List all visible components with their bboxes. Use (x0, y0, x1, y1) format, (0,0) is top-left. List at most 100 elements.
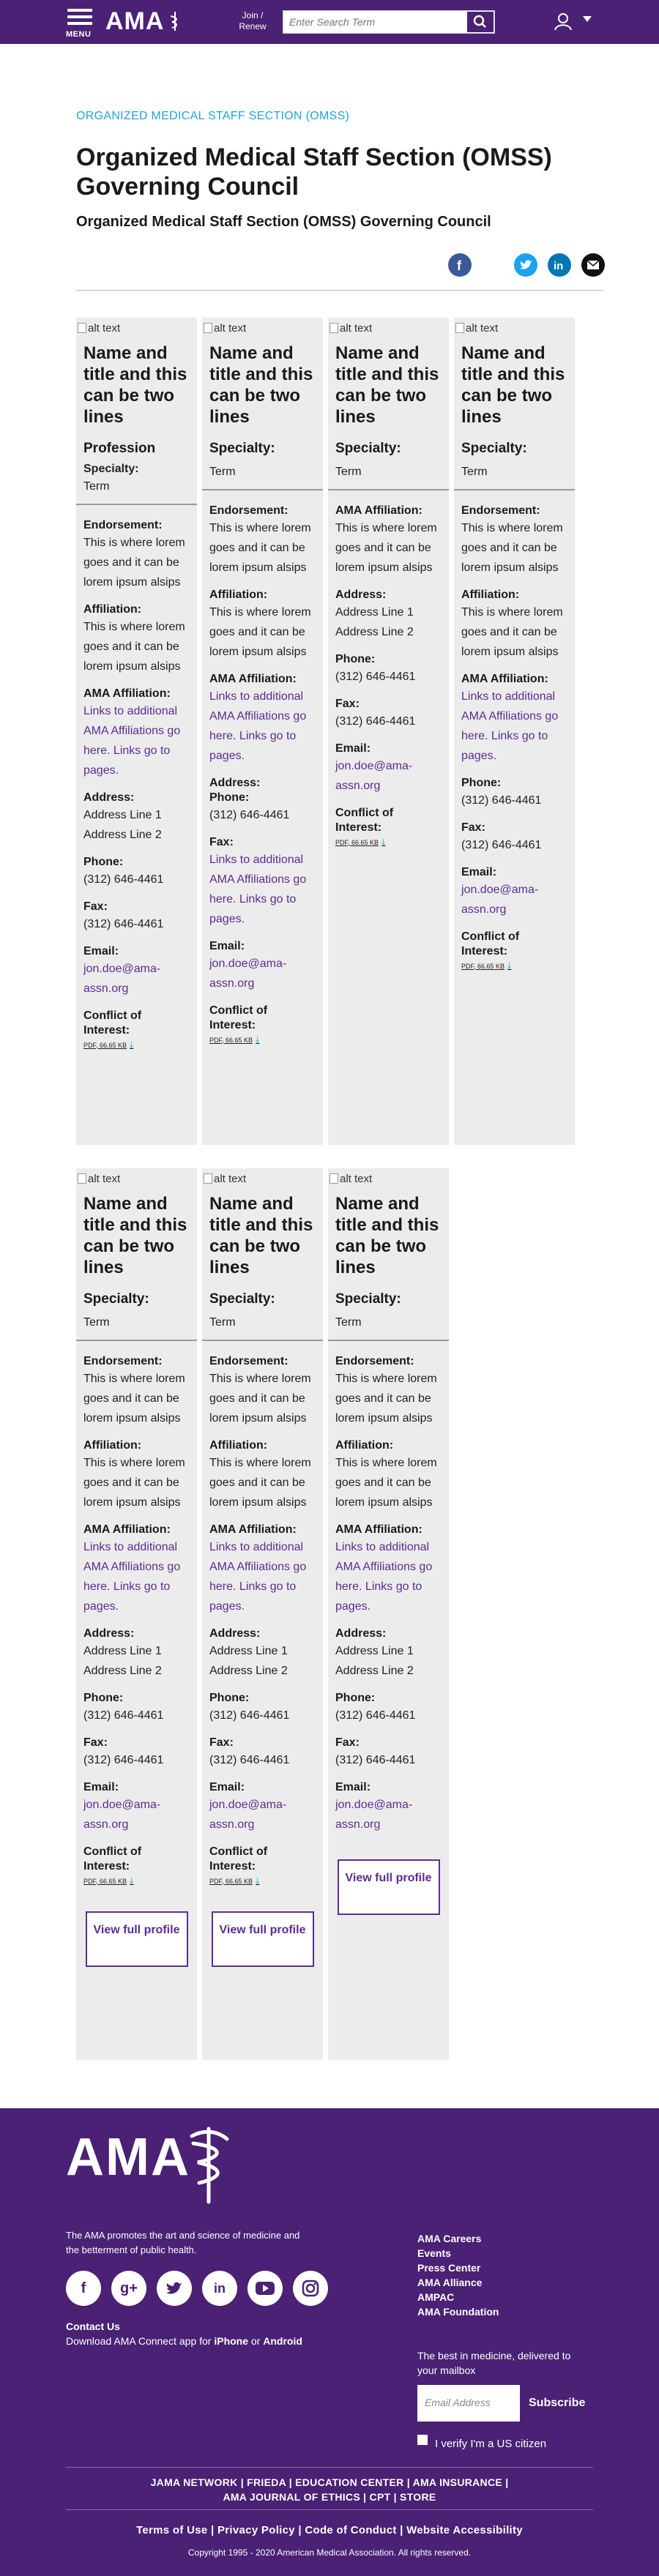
site-footer: AMA The AMA promotes the art and science… (0, 2108, 659, 2576)
facebook-icon[interactable]: f (66, 2271, 101, 2306)
footer-link[interactable]: AMA Alliance (417, 2275, 499, 2290)
conflict-label: Conflict of Interest: (83, 1009, 142, 1037)
footer-mission: The AMA promotes the art and science of … (66, 2230, 300, 2255)
ama-affiliation-links[interactable]: Links to additional AMA Affiliations go … (335, 1537, 442, 1616)
footer-link[interactable]: AMA Careers (417, 2231, 499, 2246)
ama-logo[interactable]: AMA (105, 7, 164, 36)
conflict-pdf-link[interactable]: PDF, 66.65 KB ⤓ (335, 837, 442, 848)
download-icon: ⤓ (130, 1875, 134, 1886)
search-input[interactable] (283, 11, 466, 33)
term-value: Term (461, 466, 488, 478)
address-line-2: Address Line 2 (209, 1665, 288, 1677)
android-link[interactable]: Android (263, 2335, 302, 2347)
conflict-label: Conflict of Interest: (461, 930, 520, 957)
fax-label: Fax: (335, 1736, 360, 1749)
fax-value: (312) 646-4461 (83, 1754, 164, 1766)
specialty-label: Specialty: (461, 441, 527, 456)
ama-affiliation-label: AMA Affiliation: (83, 687, 171, 700)
facebook-share-icon[interactable]: f (448, 253, 472, 277)
iphone-link[interactable]: iPhone (214, 2335, 248, 2347)
phone-value: (312) 646-4461 (461, 794, 542, 807)
email-link[interactable]: jon.doe@ama-assn.org (83, 1795, 190, 1834)
view-full-profile-button[interactable]: View full profile (337, 1859, 440, 1915)
conflict-pdf-link[interactable]: PDF, 66.65 KB ⤓ (83, 1039, 190, 1050)
affiliation-label: Affiliation: (83, 603, 142, 616)
subscribe-button[interactable]: Subscribe (529, 2397, 585, 2410)
phone-value: (312) 646-4461 (335, 671, 416, 683)
ama-affiliation-links[interactable]: Links to additional AMA Affiliations go … (209, 1537, 316, 1616)
affiliation-label: Affiliation: (209, 589, 268, 601)
term-value: Term (83, 1316, 110, 1329)
endorsement-value: This is where lorem goes and it can be l… (461, 522, 563, 574)
fax-value: (312) 646-4461 (83, 918, 164, 930)
email-label: Email: (209, 940, 245, 952)
twitter-share-icon[interactable] (514, 253, 537, 277)
search-button[interactable] (467, 12, 494, 32)
phone-label: Phone: (83, 856, 124, 868)
specialty-label: Specialty: (335, 441, 401, 456)
user-account-icon[interactable] (554, 12, 573, 31)
view-full-profile-button[interactable]: View full profile (85, 1911, 188, 1967)
menu-button[interactable]: MENU (64, 7, 97, 40)
twitter-icon[interactable] (157, 2271, 192, 2306)
term-value: Term (209, 1316, 236, 1329)
breadcrumb[interactable]: ORGANIZED MEDICAL STAFF SECTION (OMSS) (76, 110, 349, 123)
conflict-pdf-link[interactable]: PDF, 66.65 KB ⤓ (461, 960, 567, 971)
join-renew-link[interactable]: Join / Renew (234, 10, 271, 32)
email-link[interactable]: jon.doe@ama-assn.org (209, 1795, 316, 1834)
endorsement-label: Endorsement: (83, 1355, 163, 1367)
us-citizen-label: I verify I'm a US citizen (435, 2438, 547, 2450)
ama-affiliation-links[interactable]: Links to additional AMA Affiliations go … (209, 687, 316, 766)
footer-ama-logo[interactable]: AMA (66, 2127, 190, 2187)
conflict-pdf-link[interactable]: PDF, 66.65 KB ⤓ (83, 1875, 190, 1886)
footer-partner-nav[interactable]: AMA JOURNAL OF ETHICS | CPT | STORE (0, 2491, 659, 2503)
instagram-icon[interactable] (293, 2271, 328, 2306)
footer-link[interactable]: Press Center (417, 2260, 499, 2275)
email-share-icon[interactable] (581, 253, 605, 277)
google-plus-icon[interactable]: g+ (111, 2271, 146, 2306)
ama-caduceus-icon (170, 12, 177, 31)
view-full-profile-button[interactable]: View full profile (211, 1911, 314, 1967)
endorsement-label: Endorsement: (461, 504, 540, 517)
ama-affiliation-links[interactable]: Links to additional AMA Affiliations go … (461, 687, 567, 766)
term-value: Term (335, 1316, 362, 1329)
affiliation-value: This is where lorem goes and it can be l… (83, 621, 185, 673)
footer-legal-nav[interactable]: Terms of Use | Privacy Policy | Code of … (0, 2524, 659, 2536)
fax-links[interactable]: Links to additional AMA Affiliations go … (209, 850, 316, 929)
ama-affiliation-links[interactable]: Links to additional AMA Affiliations go … (83, 701, 190, 780)
conflict-pdf-link[interactable]: PDF, 66.65 KB ⤓ (209, 1034, 316, 1045)
newsletter-email-input[interactable]: Email Address (417, 2385, 520, 2422)
address-label: Address: (83, 791, 135, 804)
copyright-text: Copyright 1995 - 2020 American Medical A… (187, 2547, 472, 2558)
email-link[interactable]: jon.doe@ama-assn.org (461, 880, 567, 919)
chevron-down-icon[interactable] (583, 16, 592, 22)
member-name: Name and title and this can be two lines (335, 343, 439, 427)
email-link[interactable]: jon.doe@ama-assn.org (83, 959, 190, 998)
fax-label: Fax: (461, 821, 485, 834)
footer-link[interactable]: AMA Foundation (417, 2304, 499, 2319)
affiliation-value: This is where lorem goes and it can be l… (209, 1457, 311, 1509)
contact-us-link[interactable]: Contact Us (66, 2321, 120, 2332)
footer-link[interactable]: AMPAC (417, 2290, 499, 2304)
download-icon: ⤓ (507, 960, 512, 971)
linkedin-share-icon[interactable]: in (548, 253, 571, 277)
app-download-text: Download AMA Connect app for iPhone or A… (66, 2335, 302, 2347)
us-citizen-checkbox[interactable] (417, 2435, 428, 2445)
email-link[interactable]: jon.doe@ama-assn.org (335, 756, 442, 796)
ama-caduceus-icon (190, 2127, 229, 2204)
footer-partner-nav[interactable]: JAMA NETWORK | FRIEDA | EDUCATION CENTER… (0, 2476, 659, 2488)
youtube-icon[interactable] (247, 2271, 283, 2306)
phone-label: Phone: (209, 1692, 250, 1704)
search-box (283, 10, 495, 34)
section-divider (76, 290, 603, 291)
member-photo: alt text (76, 318, 197, 337)
ama-affiliation-links[interactable]: Links to additional AMA Affiliations go … (83, 1537, 190, 1616)
conflict-pdf-link[interactable]: PDF, 66.65 KB ⤓ (209, 1875, 316, 1886)
footer-link[interactable]: Events (417, 2246, 499, 2260)
email-link[interactable]: jon.doe@ama-assn.org (209, 954, 316, 993)
linkedin-icon[interactable]: in (202, 2271, 237, 2306)
menu-label: MENU (66, 30, 92, 39)
email-link[interactable]: jon.doe@ama-assn.org (335, 1795, 442, 1834)
download-icon: ⤓ (130, 1039, 134, 1050)
phone-value: (312) 646-4461 (335, 1709, 416, 1722)
